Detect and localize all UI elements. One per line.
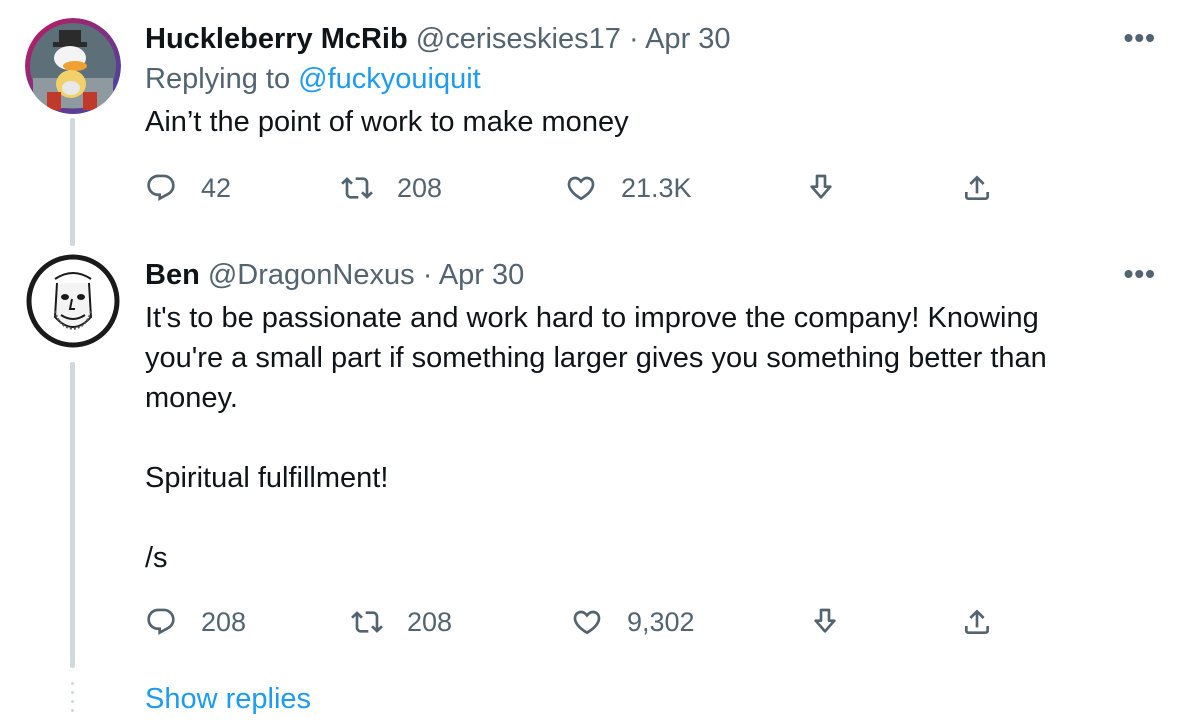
reply-count: 42: [201, 172, 232, 203]
heart-icon: [567, 176, 595, 201]
mention-link[interactable]: @fuckyouiquit: [298, 63, 481, 95]
author-handle[interactable]: @ceriseskies17: [416, 23, 621, 55]
tweet-date[interactable]: Apr 30: [645, 23, 730, 55]
tweet: Ben @DragonNexus · Apr 30 It's to be pas…: [145, 256, 1158, 578]
separator: ·: [422, 259, 433, 291]
reply-button[interactable]: 42: [145, 172, 231, 204]
retweet-count: 208: [407, 606, 453, 637]
thread-line: [70, 362, 75, 668]
author-name[interactable]: Huckleberry McRib: [145, 23, 408, 55]
arrow-down-tray-icon: [814, 608, 836, 633]
avatar[interactable]: [25, 253, 121, 349]
share-icon: [965, 175, 989, 200]
thread-dots: [70, 682, 75, 718]
share-button[interactable]: [961, 172, 993, 204]
retweet-icon: [351, 611, 383, 633]
tweet-date[interactable]: Apr 30: [439, 259, 524, 291]
tweet: Huckleberry McRib @ceriseskies17 · Apr 3…: [145, 20, 1158, 142]
show-replies-link[interactable]: Show replies: [145, 683, 311, 716]
author-handle[interactable]: @DragonNexus: [208, 259, 415, 291]
sketch-face-avatar-icon: [25, 253, 121, 349]
retweet-icon: [341, 177, 373, 199]
tweet-text: It's to be passionate and work hard to i…: [145, 302, 1047, 574]
cartoon-duck-avatar-icon: [25, 18, 121, 114]
tweet-header: Huckleberry McRib @ceriseskies17 · Apr 3…: [145, 20, 1158, 58]
like-count: 21.3K: [621, 172, 692, 203]
avatar[interactable]: [25, 18, 121, 114]
separator: ·: [628, 23, 639, 55]
share-button[interactable]: [961, 606, 993, 638]
heart-icon: [573, 610, 601, 635]
share-icon: [965, 609, 989, 634]
tweet-header: Ben @DragonNexus · Apr 30: [145, 256, 1158, 294]
reply-icon: [147, 608, 175, 635]
retweet-count: 208: [397, 172, 443, 203]
retweet-button[interactable]: 208: [341, 172, 442, 204]
replying-prefix: Replying to: [145, 63, 291, 95]
like-count: 9,302: [627, 606, 695, 637]
arrow-down-tray-icon: [810, 174, 832, 199]
replying-to: Replying to @fuckyouiquit: [145, 60, 1158, 98]
like-button[interactable]: 21.3K: [565, 172, 692, 204]
retweet-button[interactable]: 208: [351, 606, 452, 638]
reply-button[interactable]: 208: [145, 606, 246, 638]
reply-count: 208: [201, 606, 247, 637]
author-name[interactable]: Ben: [145, 259, 200, 291]
bookmark-button[interactable]: [809, 606, 841, 638]
thread-line: [70, 118, 75, 246]
tweet-text: Ain’t the point of work to make money: [145, 106, 629, 138]
like-button[interactable]: 9,302: [571, 606, 695, 638]
bookmark-button[interactable]: [805, 172, 837, 204]
reply-icon: [147, 174, 175, 201]
